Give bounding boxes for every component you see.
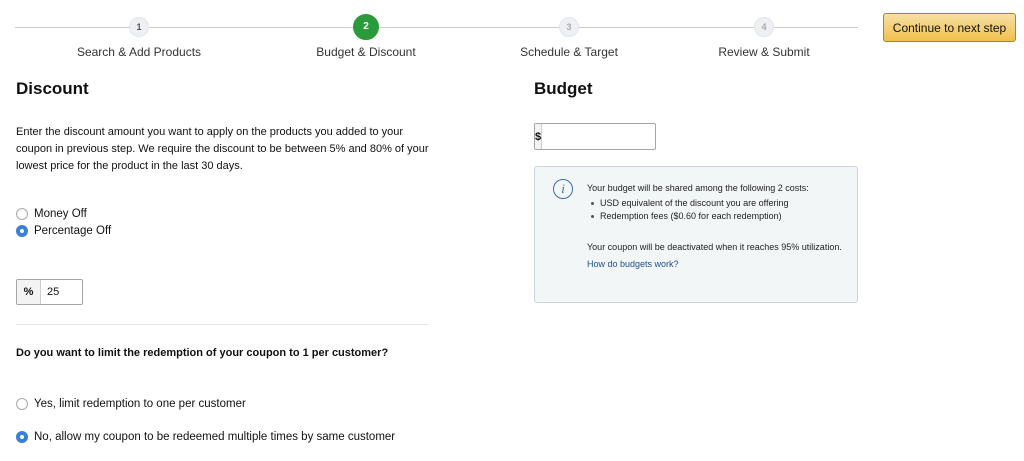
- redemption-option-multiple[interactable]: No, allow my coupon to be redeemed multi…: [16, 431, 395, 443]
- radio-button[interactable]: [16, 208, 28, 220]
- radio-label: Yes, limit redemption to one per custome…: [34, 398, 246, 410]
- budget-input[interactable]: [542, 124, 685, 149]
- step-number: 4: [754, 17, 774, 37]
- step-number: 2: [353, 14, 379, 40]
- step-schedule-target: 3 Schedule & Target: [469, 17, 669, 59]
- step-label: Review & Submit: [718, 45, 810, 59]
- step-number: 3: [559, 17, 579, 37]
- radio-label: No, allow my coupon to be redeemed multi…: [34, 431, 396, 443]
- discount-heading: Discount: [16, 79, 89, 98]
- step-label: Search & Add Products: [76, 45, 202, 59]
- list-item: Redemption fees ($0.60 for each redempti…: [587, 210, 849, 223]
- budget-info-body: Your budget will be shared among the fol…: [587, 182, 849, 271]
- budget-info-panel: i Your budget will be shared among the f…: [534, 166, 858, 303]
- budget-info-intro: Your budget will be shared among the fol…: [587, 183, 809, 193]
- how-budgets-work-link[interactable]: How do budgets work?: [587, 258, 679, 271]
- progress-stepper: 1 Search & Add Products 2 Budget & Disco…: [0, 0, 870, 66]
- section-divider: [16, 324, 428, 325]
- step-budget-discount: 2 Budget & Discount: [266, 14, 466, 59]
- step-review-submit: 4 Review & Submit: [664, 17, 864, 59]
- discount-percent-field[interactable]: %: [16, 279, 83, 305]
- step-search-add-products: 1 Search & Add Products: [39, 17, 239, 59]
- budget-heading: Budget: [534, 79, 593, 98]
- radio-button[interactable]: [16, 431, 28, 443]
- redemption-option-limit-one[interactable]: Yes, limit redemption to one per custome…: [16, 398, 246, 410]
- discount-description: Enter the discount amount you want to ap…: [16, 126, 429, 172]
- info-icon: i: [553, 179, 573, 199]
- deactivation-note: Your coupon will be deactivated when it …: [587, 242, 842, 252]
- discount-percent-input[interactable]: [41, 280, 81, 304]
- percent-prefix: %: [17, 280, 41, 304]
- step-label: Budget & Discount: [316, 45, 416, 59]
- currency-prefix: $: [535, 124, 543, 149]
- budget-field[interactable]: $: [534, 123, 685, 150]
- step-label: Schedule & Target: [520, 45, 618, 59]
- discount-type-money-off[interactable]: Money Off: [16, 208, 87, 220]
- redemption-limit-question: Do you want to limit the redemption of y…: [16, 347, 389, 359]
- radio-button[interactable]: [16, 398, 28, 410]
- radio-button[interactable]: [16, 225, 28, 237]
- step-number: 1: [129, 17, 149, 37]
- radio-label: Percentage Off: [34, 225, 112, 237]
- discount-type-percentage-off[interactable]: Percentage Off: [16, 225, 111, 237]
- radio-label: Money Off: [34, 208, 87, 220]
- budget-cost-list: USD equivalent of the discount you are o…: [587, 197, 849, 223]
- continue-button[interactable]: Continue to next step: [883, 13, 1016, 42]
- list-item: USD equivalent of the discount you are o…: [587, 197, 849, 210]
